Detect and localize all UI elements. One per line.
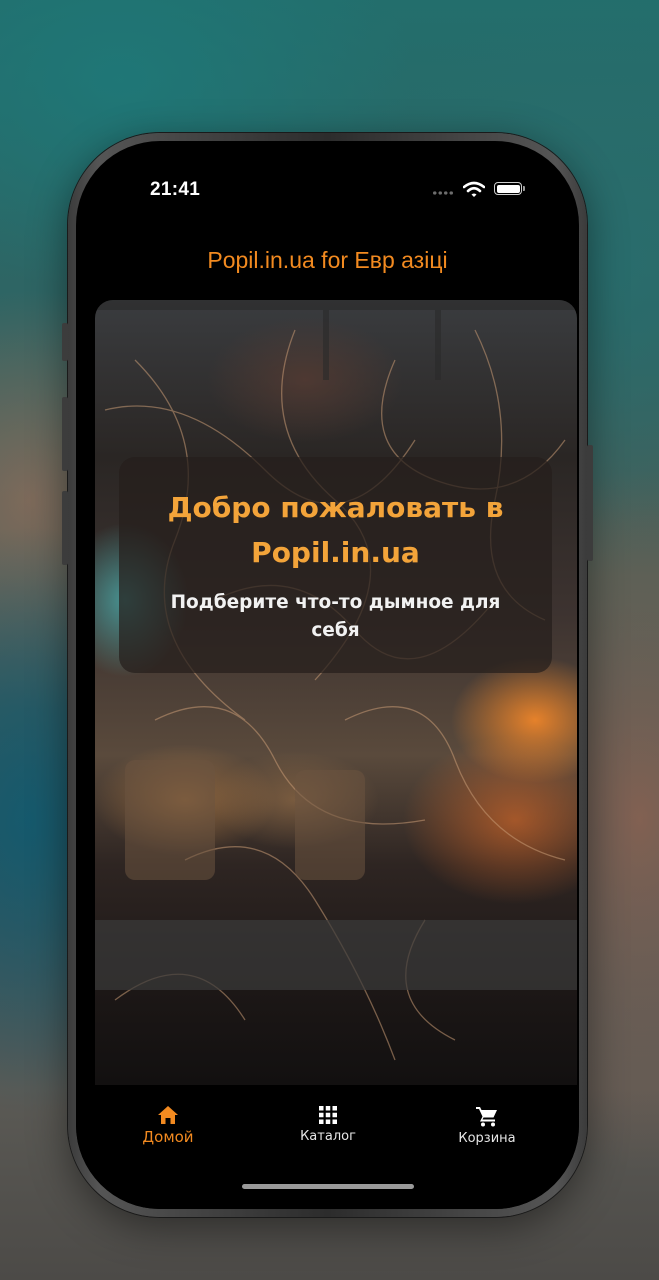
hero-banner: Добро пожаловать в Popil.in.ua Подберите… [95,300,577,1085]
tab-catalog[interactable]: Каталог [248,1105,408,1165]
power-button [587,445,593,561]
phone-frame: 21:41 Popil.in.ua for Евр азіці Добро по… [62,133,593,1217]
hero-background-image [95,300,577,1061]
tab-catalog-label: Каталог [300,1129,356,1144]
battery-cap [523,186,525,191]
welcome-subtitle: Подберите что-то дымное для себя [170,592,501,641]
welcome-title: Добро пожаловать в Popil.in.ua [167,491,504,569]
grid-icon [319,1106,337,1124]
bottom-tab-bar: Домой Каталог Корзина [76,1085,579,1209]
home-icon [158,1106,178,1124]
welcome-card: Добро пожаловать в Popil.in.ua Подберите… [119,457,552,673]
status-time: 21:41 [150,179,201,200]
volume-down-button [62,491,68,565]
tab-home[interactable]: Домой [88,1105,248,1165]
tab-cart-label: Корзина [458,1131,516,1146]
home-indicator[interactable] [242,1184,414,1189]
mute-switch [62,323,68,361]
tab-cart[interactable]: Корзина [407,1105,567,1165]
cellular-signal-icon [432,191,454,195]
wifi-icon [463,181,485,197]
cart-icon [476,1107,497,1127]
status-bar: 21:41 [76,179,579,203]
battery-icon [494,182,522,195]
volume-up-button [62,397,68,471]
app-screen: 21:41 Popil.in.ua for Евр азіці Добро по… [76,141,579,1209]
app-title: Popil.in.ua for Евр азіці [207,247,448,273]
tab-home-label: Домой [142,1128,194,1146]
